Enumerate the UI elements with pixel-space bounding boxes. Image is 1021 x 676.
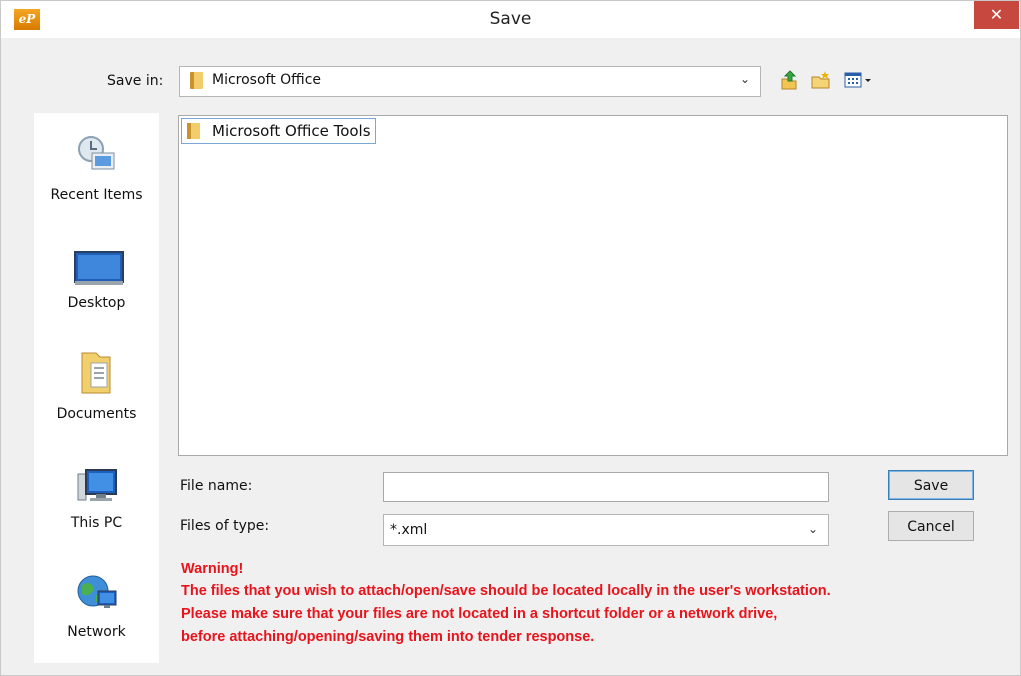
warning-line-3: before attaching/opening/saving them int… [181,629,595,645]
place-network[interactable]: Network [34,569,159,669]
file-name-label: File name: [180,478,253,494]
desktop-icon [74,248,124,288]
list-item[interactable]: Microsoft Office Tools [181,118,376,144]
this-pc-icon [74,466,120,506]
title-bar: eP Save ✕ [1,1,1020,38]
place-documents[interactable]: Documents [34,351,159,451]
file-item-name: Microsoft Office Tools [212,122,371,140]
chevron-down-icon: ⌄ [807,522,818,536]
files-of-type-dropdown[interactable]: *.xml ⌄ [383,514,829,546]
chevron-down-icon: ⌄ [739,72,750,86]
place-desktop[interactable]: Desktop [34,243,159,343]
place-label: Desktop [67,295,126,311]
save-in-label: Save in: [107,73,164,89]
place-label: Recent Items [50,187,143,203]
folder-icon [187,123,200,139]
file-list[interactable]: Microsoft Office Tools [178,115,1008,456]
place-this-pc[interactable]: This PC [34,463,159,563]
dialog-title: Save [489,9,532,29]
save-button[interactable]: Save [888,470,974,500]
place-label: Documents [56,406,137,422]
close-button[interactable]: ✕ [974,1,1019,29]
file-name-input[interactable] [383,472,829,502]
recent-items-icon [74,133,120,173]
view-menu-icon[interactable] [843,69,877,91]
network-icon [74,571,120,611]
warning-line-1: The files that you wish to attach/open/s… [181,583,831,599]
new-folder-icon[interactable] [810,69,830,91]
cancel-button[interactable]: Cancel [888,511,974,541]
warning-line-2: Please make sure that your files are not… [181,606,778,622]
files-of-type-value: *.xml [390,522,428,538]
places-bar: Recent Items Desktop Documents This PC N… [34,113,159,663]
documents-icon [74,351,120,394]
files-of-type-label: Files of type: [180,518,270,534]
save-dialog: eP Save ✕ Save in: Microsoft Office ⌄ Re… [0,0,1021,676]
save-in-value: Microsoft Office [212,72,322,88]
folder-icon [190,72,203,89]
up-folder-icon[interactable] [779,69,799,91]
place-label: This PC [70,515,123,531]
place-recent-items[interactable]: Recent Items [34,131,159,231]
warning-title: Warning! [181,561,244,577]
place-label: Network [67,624,126,640]
save-in-dropdown[interactable]: Microsoft Office ⌄ [179,66,761,97]
